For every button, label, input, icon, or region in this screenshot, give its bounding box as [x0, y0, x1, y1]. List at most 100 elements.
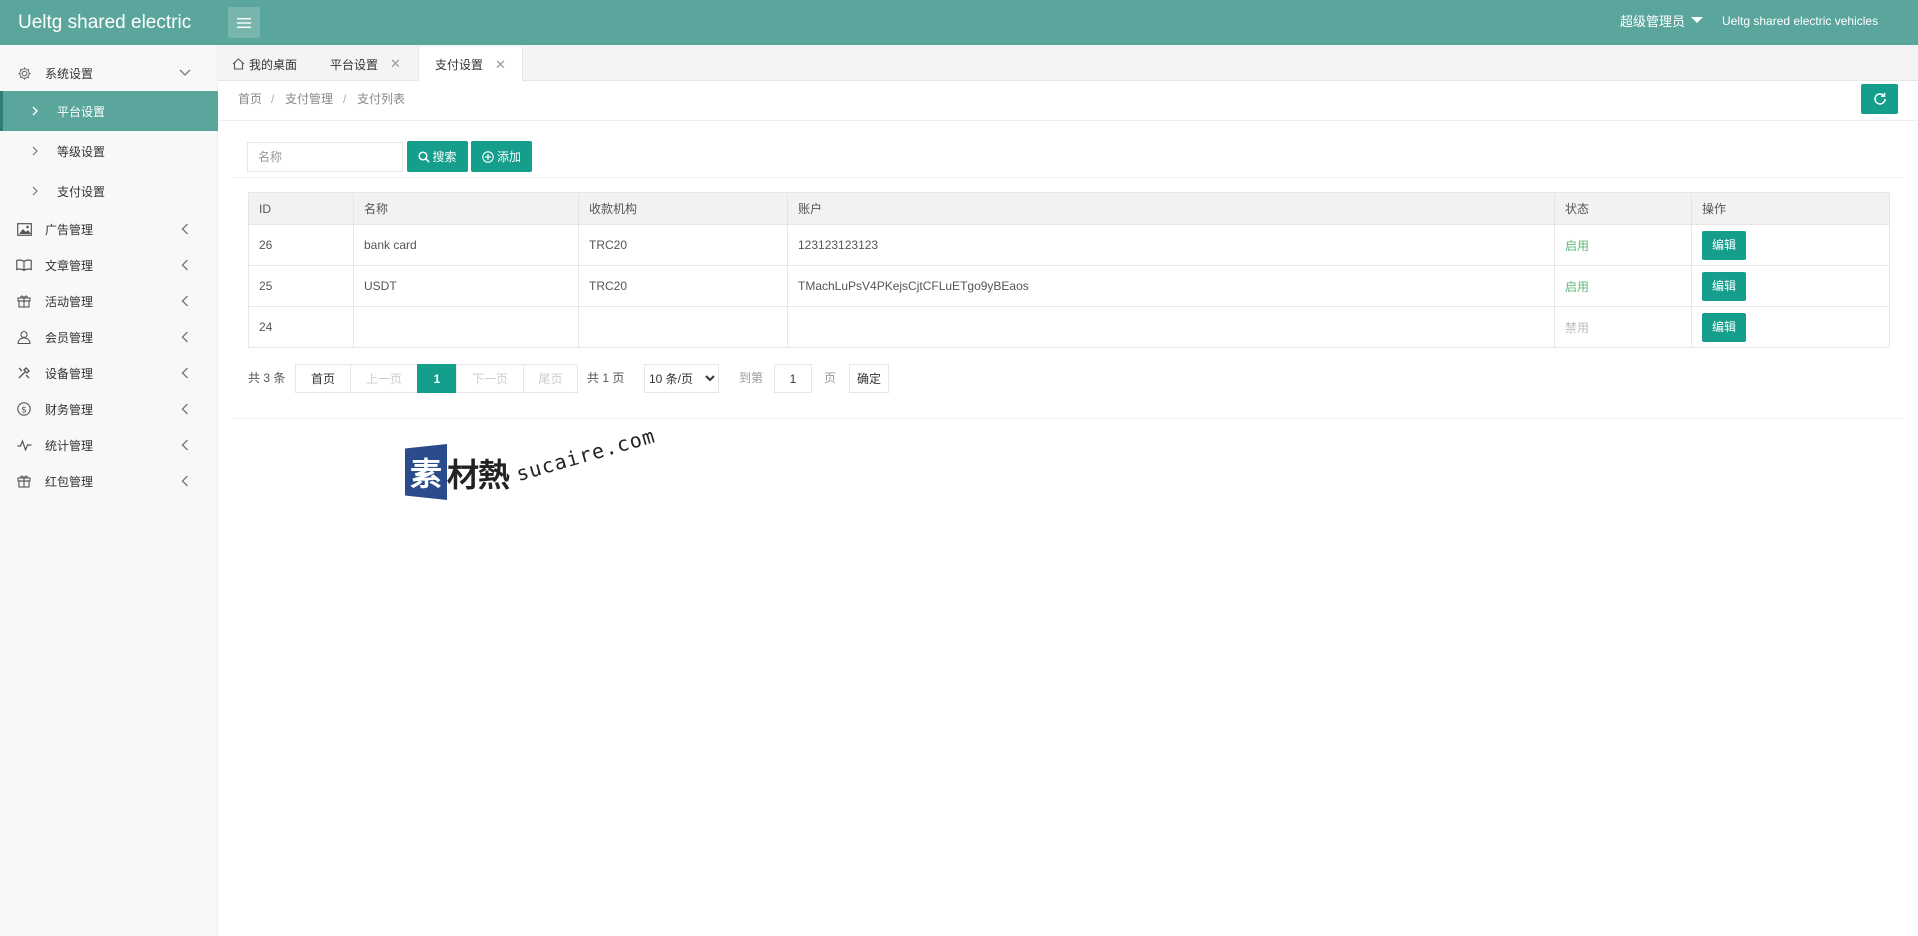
cell-action: 编辑 [1691, 224, 1890, 266]
gift-icon [16, 293, 32, 309]
hamburger-icon [237, 17, 251, 28]
sidebar-item-articles[interactable]: 文章管理 [0, 247, 218, 283]
chevron-right-icon [32, 184, 39, 199]
search-icon [418, 150, 431, 163]
sidebar-item-devices[interactable]: 设备管理 [0, 355, 218, 391]
chevron-left-icon [178, 330, 192, 344]
chevron-right-icon [32, 144, 39, 159]
refresh-button[interactable] [1861, 84, 1898, 114]
sidebar-item-statistics[interactable]: 统计管理 [0, 427, 218, 463]
sidebar-subitem-payment-settings[interactable]: 支付设置 [0, 171, 218, 211]
sidebar-item-label: 文章管理 [45, 258, 94, 273]
sidebar-item-activities[interactable]: 活动管理 [0, 283, 218, 319]
sidebar-subitem-platform-settings[interactable]: 平台设置 [0, 91, 218, 131]
column-header-action: 操作 [1691, 192, 1890, 225]
tab-bar: 我的桌面 平台设置 ✕ 支付设置 ✕ [218, 45, 1918, 82]
chevron-left-icon [178, 294, 192, 308]
breadcrumb-home[interactable]: 首页 [238, 82, 262, 116]
sidebar-item-label: 红包管理 [45, 474, 94, 489]
pager-first-button[interactable]: 首页 [295, 364, 351, 393]
cell-status: 启用 [1554, 224, 1692, 266]
table-row: 26 bank card TRC20 123123123123 启用 编辑 [248, 224, 1890, 266]
cell-action: 编辑 [1691, 265, 1890, 307]
refresh-icon [1873, 92, 1886, 105]
sidebar-item-system-settings[interactable]: 系统设置 [0, 55, 218, 91]
close-icon[interactable]: ✕ [390, 56, 401, 72]
pager-total: 共 3 条 [248, 371, 286, 385]
close-icon[interactable]: ✕ [495, 57, 506, 73]
sidebar-item-ads[interactable]: 广告管理 [0, 211, 218, 247]
tab-desktop[interactable]: 我的桌面 [232, 47, 297, 81]
page-size-select[interactable]: 10 条/页 [644, 364, 719, 393]
gift-icon [16, 473, 32, 489]
chevron-left-icon [178, 366, 192, 380]
edit-button[interactable]: 编辑 [1702, 271, 1746, 301]
cell-id: 24 [248, 306, 354, 348]
chevron-right-icon [32, 104, 39, 119]
top-header: Ueltg shared electric 超级管理员 Ueltg shared… [0, 0, 1918, 45]
sidebar-subitem-level-settings[interactable]: 等级设置 [0, 131, 218, 171]
column-header-status: 状态 [1554, 192, 1692, 225]
sidebar-item-label: 财务管理 [45, 402, 94, 417]
name-search-input[interactable] [247, 142, 403, 172]
tab-platform-settings[interactable]: 平台设置 ✕ [330, 47, 401, 81]
site-name[interactable]: Ueltg shared electric vehicles [1722, 0, 1878, 43]
add-button-label: 添加 [496, 150, 521, 164]
user-menu[interactable]: 超级管理员 [1620, 0, 1704, 43]
gear-icon [16, 65, 32, 81]
book-icon [16, 257, 32, 273]
cell-name: USDT [353, 265, 579, 307]
sidebar-subitem-label: 等级设置 [57, 144, 106, 159]
sidebar-item-label: 统计管理 [45, 438, 94, 453]
sidebar-item-finance[interactable]: $ 财务管理 [0, 391, 218, 427]
pager-last-button[interactable]: 尾页 [523, 364, 578, 393]
pager-prev-button[interactable]: 上一页 [350, 364, 418, 393]
app-logo[interactable]: Ueltg shared electric [18, 0, 191, 45]
watermark-chinese-text: 材熱 [447, 456, 510, 494]
pager-confirm-button[interactable]: 确定 [849, 364, 889, 393]
sidebar-item-members[interactable]: 会员管理 [0, 319, 218, 355]
cell-id: 25 [248, 265, 354, 307]
table-header-row: ID 名称 收款机构 账户 状态 操作 [248, 192, 1890, 225]
column-header-account: 账户 [787, 192, 1555, 225]
breadcrumb-payment-list: 支付列表 [357, 92, 406, 106]
pager-page-count: 共 1 页 [587, 371, 625, 385]
watermark-logo-mark: 素 [405, 444, 447, 500]
breadcrumb-payment-management[interactable]: 支付管理 [285, 82, 333, 116]
add-button[interactable]: 添加 [471, 141, 532, 172]
cell-name [353, 306, 579, 348]
sidebar-item-label: 会员管理 [45, 330, 94, 345]
cell-status: 启用 [1554, 265, 1692, 307]
cell-name: bank card [353, 224, 579, 266]
pager-current-page[interactable]: 1 [417, 364, 457, 393]
breadcrumb-separator: / [271, 92, 275, 106]
search-button-label: 搜索 [432, 150, 457, 164]
cell-action: 编辑 [1691, 306, 1890, 348]
tab-payment-settings[interactable]: 支付设置 ✕ [418, 47, 523, 82]
cell-org: TRC20 [578, 265, 788, 307]
cell-account: 123123123123 [787, 224, 1555, 266]
user-name: 超级管理员 [1620, 14, 1686, 29]
image-icon [16, 221, 32, 237]
watermark-domain-text: sucaire.com [513, 423, 658, 486]
table-row: 25 USDT TRC20 TMachLuPsV4PKejsCjtCFLuETg… [248, 265, 1890, 307]
sidebar-subitem-label: 支付设置 [57, 184, 106, 199]
cell-account [787, 306, 1555, 348]
edit-button[interactable]: 编辑 [1702, 230, 1746, 260]
sidebar-subitem-label: 平台设置 [57, 104, 106, 119]
edit-button[interactable]: 编辑 [1702, 312, 1746, 342]
svg-text:$: $ [21, 405, 27, 415]
caret-down-icon [1691, 16, 1704, 23]
pager-goto-input[interactable] [774, 364, 812, 393]
pager-next-button[interactable]: 下一页 [456, 364, 524, 393]
search-button[interactable]: 搜索 [407, 141, 468, 172]
chevron-down-icon [178, 66, 192, 80]
sidebar-item-label: 广告管理 [45, 222, 94, 237]
tab-label: 我的桌面 [249, 57, 298, 72]
pager-goto-label: 到第 [739, 371, 764, 385]
pager-unit-label: 页 [824, 371, 837, 385]
divider [233, 418, 1903, 419]
sidebar-item-red-packets[interactable]: 红包管理 [0, 463, 218, 499]
menu-toggle-button[interactable] [228, 7, 260, 38]
sidebar: 系统设置 平台设置 等级设置 支付设置 广告管理 文章管理 活动管理 会员管理 … [0, 45, 218, 936]
